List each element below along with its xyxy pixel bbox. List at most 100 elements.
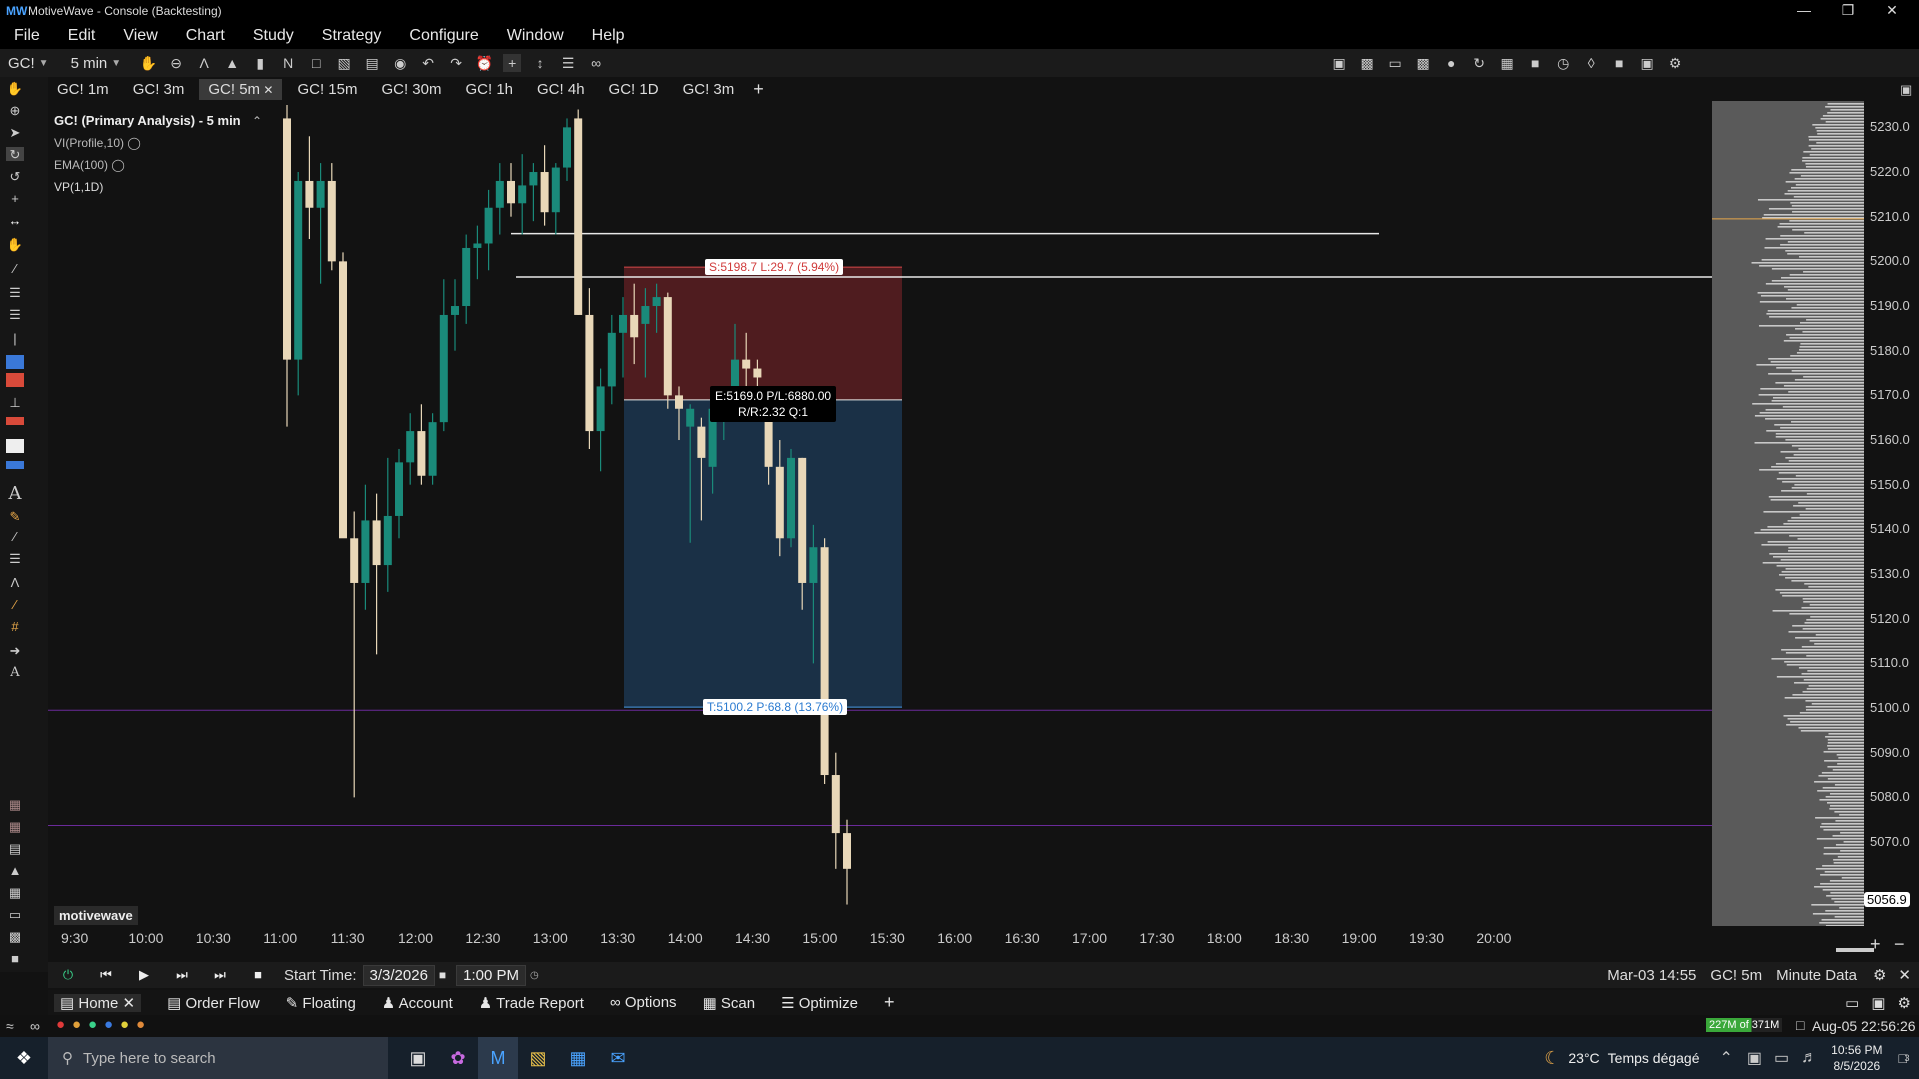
- windows-icon[interactable]: ▩: [1414, 54, 1432, 72]
- target-label[interactable]: T:5100.2 P:68.8 (13.76%): [703, 699, 848, 716]
- hidden-eye-icon[interactable]: ◯: [111, 158, 124, 172]
- stop-label[interactable]: S:5198.7 L:29.7 (5.94%): [705, 259, 844, 276]
- copilot-icon[interactable]: ✿: [438, 1037, 478, 1079]
- network-icon[interactable]: ▣: [1747, 1048, 1762, 1068]
- menu-strategy[interactable]: Strategy: [308, 27, 396, 45]
- skip-forward-icon[interactable]: ⏭: [208, 964, 232, 986]
- tab-order-flow[interactable]: ▤ Order Flow: [167, 994, 260, 1012]
- fib-icon[interactable]: ☰: [6, 285, 24, 300]
- palette-icon[interactable]: ■: [6, 951, 24, 966]
- pointer-icon[interactable]: ➤: [6, 125, 24, 140]
- clock-icon[interactable]: ◷: [530, 970, 539, 981]
- tab-2[interactable]: GC! 5m ✕: [199, 78, 283, 100]
- price-chart[interactable]: S:5198.7 L:29.7 (5.94%) T:5100.2 P:68.8 (…: [48, 101, 1712, 926]
- interval-selector[interactable]: 5 min ▼: [71, 55, 122, 72]
- step-forward-icon[interactable]: ⏭: [170, 964, 194, 986]
- menu-view[interactable]: View: [109, 27, 171, 45]
- outlook-icon[interactable]: ✉: [598, 1037, 638, 1079]
- notification-icon[interactable]: □ 3: [1899, 1050, 1910, 1066]
- redo-icon[interactable]: ↷: [447, 54, 465, 72]
- restore-icon[interactable]: ❐: [1826, 0, 1870, 22]
- motivewave-app-icon[interactable]: M: [478, 1037, 518, 1079]
- calendar-icon[interactable]: ■: [439, 968, 446, 982]
- measure-icon[interactable]: ↔: [6, 213, 24, 228]
- minimize-icon[interactable]: —: [1782, 0, 1826, 22]
- close-icon[interactable]: ✕: [1898, 966, 1911, 984]
- power-icon[interactable]: ⏻: [56, 964, 80, 986]
- rectangle-icon[interactable]: [6, 439, 24, 453]
- skip-back-icon[interactable]: ⏮: [94, 964, 118, 986]
- study-vp[interactable]: VP(1,1D): [54, 176, 262, 198]
- zoom-out-icon[interactable]: ⊖: [167, 54, 185, 72]
- taskbar-clock[interactable]: 10:56 PM 8/5/2026: [1831, 1042, 1882, 1074]
- reload-icon[interactable]: ↺: [6, 169, 24, 184]
- menu-help[interactable]: Help: [578, 27, 639, 45]
- hand-icon[interactable]: ✋: [6, 81, 24, 96]
- short-position-icon[interactable]: [6, 373, 24, 387]
- close-icon[interactable]: ✕: [123, 995, 136, 1012]
- tab-4[interactable]: GC! 30m: [372, 79, 450, 100]
- menu-edit[interactable]: Edit: [54, 27, 110, 45]
- new-document-icon[interactable]: □: [307, 54, 325, 72]
- fib-ext-icon[interactable]: ☰: [6, 307, 24, 322]
- palette-icon[interactable]: ■: [1610, 54, 1628, 72]
- channel-icon[interactable]: ∕: [6, 529, 24, 544]
- tab-trade-report[interactable]: ♟ Trade Report: [479, 994, 584, 1012]
- bag-icon[interactable]: ▣: [1638, 54, 1656, 72]
- highlight-icon[interactable]: [6, 461, 24, 469]
- taskbar-search[interactable]: ⚲ Type here to search: [48, 1037, 388, 1079]
- close-tab-icon[interactable]: ✕: [260, 83, 273, 97]
- display-icon[interactable]: ▭: [1774, 1048, 1789, 1068]
- play-icon[interactable]: ▶: [132, 964, 156, 986]
- line-tool-icon[interactable]: ∕: [6, 261, 24, 276]
- tab-floating[interactable]: ✎ Floating: [286, 994, 356, 1012]
- menu-study[interactable]: Study: [239, 27, 308, 45]
- camera-icon[interactable]: ◉: [391, 54, 409, 72]
- pitchfork-icon[interactable]: ☰: [6, 551, 24, 566]
- close-icon[interactable]: ✕: [1870, 0, 1914, 22]
- start-date-field[interactable]: 3/3/2026: [362, 964, 435, 986]
- undo-icon[interactable]: ↶: [419, 54, 437, 72]
- tab-7[interactable]: GC! 1D: [600, 79, 668, 100]
- tab-account[interactable]: ♟ Account: [382, 994, 453, 1012]
- wave-icon[interactable]: Λ: [6, 575, 24, 590]
- crosshair-icon[interactable]: +: [503, 54, 522, 72]
- task-view-icon[interactable]: ▣: [398, 1037, 438, 1079]
- text-tool-icon[interactable]: A: [6, 483, 24, 504]
- stop-icon[interactable]: ■: [246, 964, 270, 986]
- panel-icon[interactable]: ▭: [1386, 54, 1404, 72]
- study-vi[interactable]: VI(Profile,10) ◯: [54, 132, 262, 154]
- tab-0[interactable]: GC! 1m: [48, 79, 118, 100]
- price-scale-icon[interactable]: ↕: [531, 54, 549, 72]
- refresh-icon[interactable]: ↻: [6, 147, 24, 162]
- grid-icon[interactable]: ▦: [6, 885, 24, 900]
- add-tab-icon[interactable]: +: [884, 992, 895, 1013]
- symbol-selector[interactable]: GC! ▼: [8, 55, 49, 72]
- tab-6[interactable]: GC! 4h: [528, 79, 594, 100]
- clipboard-icon[interactable]: ▭: [6, 907, 24, 922]
- collapse-icon[interactable]: ⌃: [252, 114, 262, 128]
- print-icon[interactable]: ▧: [335, 54, 353, 72]
- drawing-tools-icon[interactable]: Λ: [195, 54, 213, 72]
- eraser-icon[interactable]: ◊: [1582, 54, 1600, 72]
- chart-type-icon[interactable]: ▲: [223, 54, 241, 72]
- dom-icon[interactable]: ▩: [1358, 54, 1376, 72]
- trash-icon[interactable]: □: [1796, 1017, 1804, 1033]
- file-explorer-icon[interactable]: ▧: [518, 1037, 558, 1079]
- bar-chart-icon[interactable]: ▤: [6, 841, 24, 856]
- crosshair-icon[interactable]: +: [6, 191, 24, 206]
- clock-icon[interactable]: ◷: [1554, 54, 1572, 72]
- hand-tool-icon[interactable]: ✋: [6, 237, 24, 252]
- open-folder-icon[interactable]: ▤: [363, 54, 381, 72]
- bar-style-icon[interactable]: ▮: [251, 54, 269, 72]
- arrow-icon[interactable]: ➜: [6, 643, 24, 658]
- lines-icon[interactable]: ☰: [559, 54, 577, 72]
- chevron-up-icon[interactable]: ⌃: [1720, 1048, 1733, 1068]
- menu-chart[interactable]: Chart: [172, 27, 239, 45]
- vertical-line-icon[interactable]: |: [6, 331, 24, 346]
- long-position-icon[interactable]: [6, 355, 24, 369]
- tab-scan[interactable]: ▦ Scan: [703, 994, 756, 1012]
- time-axis[interactable]: 9:30 10:00 10:30 11:00 11:30 12:00 12:30 13:00 1…: [48, 926, 1864, 952]
- tab-1[interactable]: GC! 3m: [124, 79, 194, 100]
- tab-3[interactable]: GC! 15m: [288, 79, 366, 100]
